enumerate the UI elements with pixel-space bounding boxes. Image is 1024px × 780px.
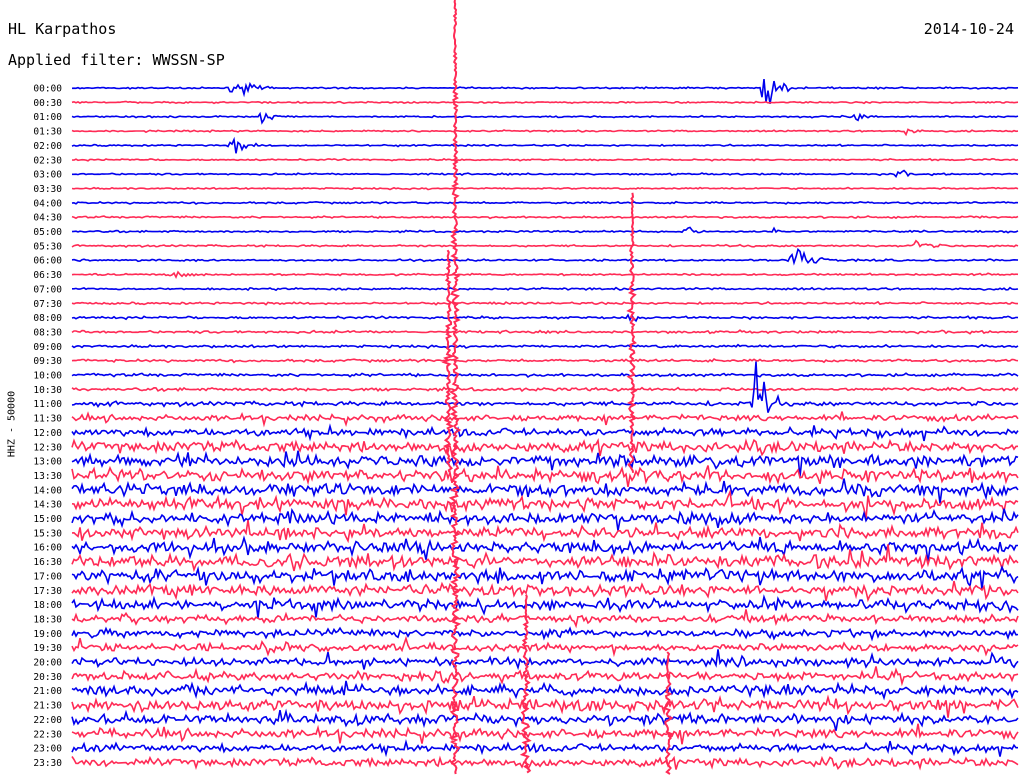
time-label: 23:30 [33, 758, 62, 769]
event-spike-1 [441, 249, 455, 473]
trace-row-1300 [71, 450, 1019, 477]
time-label: 10:30 [33, 385, 62, 396]
time-label: 09:30 [33, 356, 62, 367]
trace-row-0900 [71, 343, 1019, 350]
trace-row-0630 [71, 270, 1019, 280]
trace-row-2330 [71, 755, 1019, 771]
trace-row-1100 [71, 361, 1019, 413]
time-label: 14:30 [33, 500, 62, 511]
trace-row-1000 [71, 372, 1019, 379]
time-label: 11:00 [33, 399, 62, 410]
trace-row-2230 [71, 723, 1019, 745]
time-label: 05:00 [33, 227, 62, 238]
time-label: 14:00 [33, 485, 62, 496]
trace-row-0230 [71, 157, 1019, 162]
time-label: 06:00 [33, 256, 62, 267]
trace-row-1730 [71, 580, 1019, 603]
time-label: 22:00 [33, 715, 62, 726]
trace-layer [71, 0, 1019, 775]
trace-row-0400 [71, 200, 1019, 205]
time-label: 18:00 [33, 600, 62, 611]
time-label: 01:00 [33, 112, 62, 123]
trace-row-1200 [71, 423, 1019, 442]
time-label: 03:30 [33, 184, 62, 195]
trace-row-0300 [72, 169, 1019, 179]
trace-row-0130 [71, 128, 1019, 137]
time-label: 17:00 [33, 571, 62, 582]
trace-row-0730 [71, 300, 1018, 306]
trace-row-0200 [71, 136, 1019, 154]
time-label: 01:30 [33, 127, 62, 138]
time-label: 03:00 [33, 170, 62, 181]
time-label: 00:00 [33, 84, 62, 95]
trace-row-2200 [71, 708, 1019, 731]
time-label: 12:30 [33, 442, 62, 453]
trace-row-0000 [71, 79, 1019, 104]
time-label: 19:00 [33, 629, 62, 640]
trace-row-1400 [71, 478, 1019, 504]
time-label: 13:00 [33, 457, 62, 468]
time-label: 21:30 [33, 701, 62, 712]
trace-row-0430 [71, 215, 1019, 220]
trace-row-1930 [71, 635, 1019, 658]
time-label: 09:00 [33, 342, 62, 353]
trace-row-0330 [71, 186, 1019, 191]
time-label: 08:00 [33, 313, 62, 324]
trace-row-1600 [71, 535, 1018, 562]
time-label: 20:00 [33, 658, 62, 669]
time-label: 08:30 [33, 327, 62, 338]
time-label: 11:30 [33, 414, 62, 425]
trace-row-1130 [71, 411, 1019, 428]
time-label: 05:30 [33, 241, 62, 252]
time-label: 19:30 [33, 643, 62, 654]
trace-row-1500 [71, 507, 1019, 531]
trace-row-0700 [72, 286, 1019, 292]
time-label: 18:30 [33, 614, 62, 625]
trace-row-1330 [71, 465, 1019, 488]
time-label: 23:00 [33, 744, 62, 755]
trace-row-1900 [71, 626, 1019, 642]
trace-row-2300 [71, 738, 1018, 758]
time-label: 12:00 [33, 428, 62, 439]
trace-row-1030 [71, 386, 1019, 393]
trace-row-0800 [71, 313, 1019, 323]
seismogram-plot: 00:00 00:30 01:00 01:30 02:00 02:30 03:00 03:30… [33, 0, 1019, 775]
trace-row-0030 [71, 100, 1019, 105]
time-label: 07:00 [33, 284, 62, 295]
trace-row-2030 [71, 666, 1019, 687]
trace-row-1800 [71, 594, 1019, 619]
time-label: 04:30 [33, 213, 62, 224]
trace-row-2130 [71, 694, 1019, 718]
time-label: 21:00 [33, 686, 62, 697]
time-label: 22:30 [33, 729, 62, 740]
time-label: 15:30 [33, 528, 62, 539]
trace-row-0600 [71, 247, 1019, 266]
time-label: 02:00 [33, 141, 62, 152]
time-label: 00:30 [33, 98, 62, 109]
trace-row-0530 [71, 239, 1019, 249]
time-label: 16:30 [33, 557, 62, 568]
trace-row-0500 [71, 226, 1019, 234]
trace-row-0830 [71, 329, 1019, 335]
trace-row-0930 [71, 357, 1019, 364]
time-label: 10:00 [33, 371, 62, 382]
time-label: 07:30 [33, 299, 62, 310]
trace-row-2100 [71, 680, 1019, 701]
trace-row-1230 [71, 437, 1019, 458]
trace-row-1830 [71, 609, 1019, 629]
time-label: 13:30 [33, 471, 62, 482]
time-label: 16:00 [33, 543, 62, 554]
time-label: 15:00 [33, 514, 62, 525]
time-label: 04:00 [33, 198, 62, 209]
time-label: 02:30 [33, 155, 62, 166]
time-label: 17:30 [33, 586, 62, 597]
trace-row-0100 [71, 111, 1019, 125]
time-label: 20:30 [33, 672, 62, 683]
event-spike-4 [662, 651, 674, 775]
time-label: 06:30 [33, 270, 62, 281]
time-label-layer: 00:00 00:30 01:00 01:30 02:00 02:30 03:00 03:30… [33, 84, 62, 769]
trace-row-1430 [71, 488, 1019, 520]
trace-row-1700 [71, 564, 1019, 590]
